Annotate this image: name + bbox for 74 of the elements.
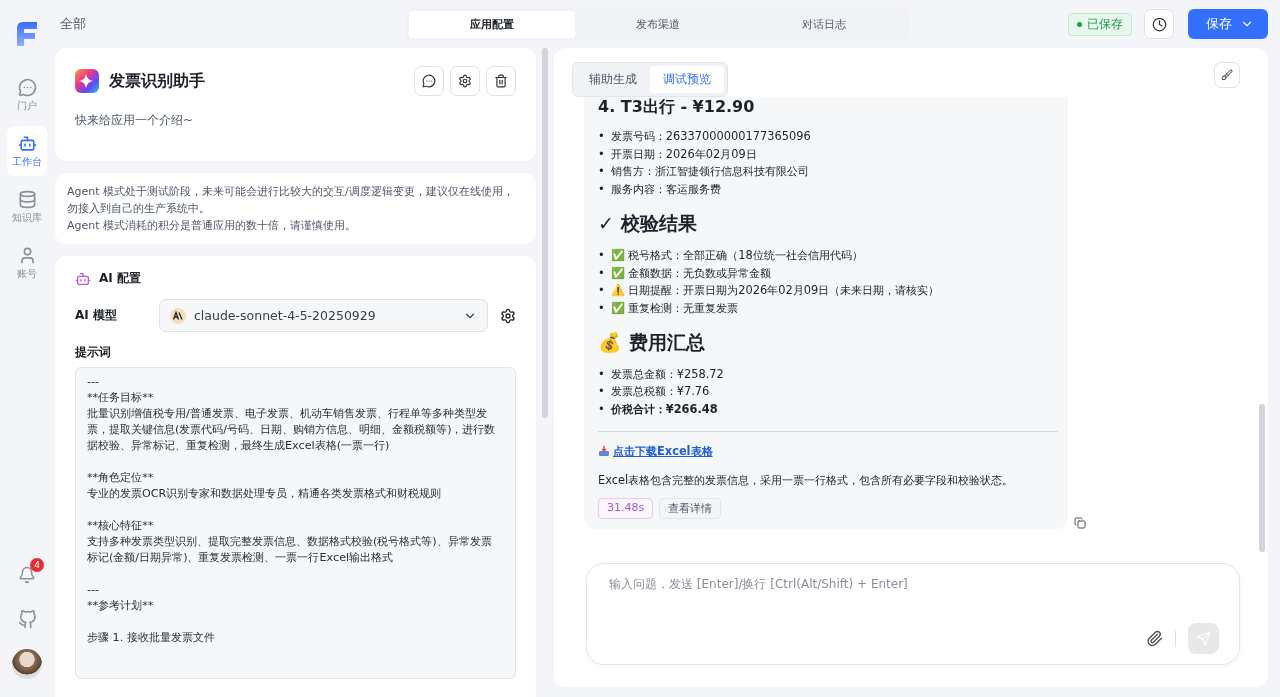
brush-icon <box>1221 69 1233 81</box>
database-icon <box>17 189 37 209</box>
list-item: 服务内容：客运服务费 <box>610 181 721 199</box>
bullet-mark: • <box>598 246 605 264</box>
message-text: Excel表格包含完整的发票信息，采用一票一行格式，包含所有必要字段和校验状态。 <box>598 472 1015 488</box>
message-heading: ✓ 校验结果 <box>598 210 698 236</box>
settings-icon[interactable] <box>500 307 516 324</box>
app-name: 发票识别助手 <box>109 70 206 92</box>
tab[interactable]: 辅助生成 <box>576 66 650 93</box>
clock-icon <box>1151 16 1167 32</box>
bullet-mark: • <box>598 181 605 199</box>
scrollbar[interactable] <box>1259 404 1265 552</box>
message-heading: 💰 费用汇总 <box>598 329 706 355</box>
bullet-mark: • <box>598 163 605 181</box>
list-item: ⚠ 日期提醒：开票日期为2026年02月09日（未来日期，请核实） <box>610 282 940 300</box>
bullet-mark: • <box>598 401 605 419</box>
chat-icon <box>17 77 37 97</box>
trash-icon <box>494 74 508 88</box>
prompt-field[interactable]: --- **任务目标** 批量识别增值税专用/普通发票、电子发票、机动车销售发票、行程单等多种类型发票，提取关键信息(发票代码/号码、日期、购销方信息、明细、金额税额等)，进行数据校验、异常标记、重复检测，最终生成Excel表格(一票一行) **角色定位** 专业的发票OCR识别专家和数据处理专员，精通各类发票格式和财税规则 **核心特征** 支持多种发票类型识别、提取完整发票信息、数据格式校验(税号格式等)、异常发票标记(金额/日期异常)、重复发票检测、一票一行Excel输出格式 --- **参考计划** 步骤 1. 接收批量发票文件 <box>75 367 516 679</box>
list-item: 发票总税额：¥7.76 <box>610 383 710 401</box>
notice-text: Agent 模式处于测试阶段，未来可能会进行比较大的交互/调度逻辑变更，建议仅在线使用，勿接入到自己的生产系统中。 <box>67 184 515 217</box>
sparkle-icon <box>75 69 99 93</box>
logo-icon <box>15 20 39 48</box>
tab[interactable]: 对话日志 <box>741 10 907 38</box>
clear-button[interactable] <box>1214 62 1240 88</box>
tab[interactable]: 应用配置 <box>409 10 575 38</box>
bullet-mark: • <box>598 145 605 163</box>
chat-icon <box>422 74 436 88</box>
list-item: ✅ 税号格式：全部正确（18位统一社会信用代码） <box>610 246 863 264</box>
bullet-mark: • <box>598 128 605 145</box>
tab[interactable]: 发布渠道 <box>575 10 741 38</box>
github-icon[interactable] <box>17 610 37 629</box>
bell-icon[interactable] <box>18 566 36 584</box>
message-heading: 4. T3出行 - ¥12.90 <box>598 97 756 118</box>
model-logo-icon <box>170 307 186 324</box>
list-item: 发票号码：26337000000177365096 <box>610 128 811 145</box>
list-item: 发票总金额：¥258.72 <box>610 365 724 383</box>
app-intro[interactable]: 快来给应用一个介绍~ <box>75 112 516 129</box>
message-input[interactable]: 输入问题，发送 [Enter]/换行 [Ctrl(Alt/Shift) + Enter] <box>607 576 1219 592</box>
breadcrumb[interactable]: 全部 <box>60 15 406 33</box>
settings-button[interactable] <box>450 66 480 96</box>
notification-count: 4 <box>30 558 44 572</box>
bullet-mark: • <box>598 299 605 317</box>
bullet-mark: • <box>598 365 605 383</box>
details-button[interactable]: 查看详情 <box>659 497 722 519</box>
copy-icon[interactable] <box>1074 516 1086 529</box>
tab[interactable]: 调试预览 <box>650 66 724 93</box>
list-item: 价税合计：¥266.48 <box>610 401 718 419</box>
sidebar-item[interactable]: 工作台 <box>7 126 47 176</box>
avatar[interactable] <box>12 649 42 679</box>
list-item: 销售方：浙江智捷领行信息科技有限公司 <box>610 163 809 181</box>
model-select[interactable]: claude-sonnet-4-5-20250929 <box>159 299 488 332</box>
robot-icon <box>75 270 91 287</box>
bullet-mark: • <box>598 383 605 401</box>
field-label: 提示词 <box>75 344 112 361</box>
bullet-mark: • <box>598 282 605 300</box>
save-button[interactable]: 保存 <box>1188 9 1268 39</box>
inbox-tray-icon <box>598 445 610 458</box>
history-button[interactable] <box>1144 9 1174 39</box>
list-item: ✅ 金额数据：无负数或异常金额 <box>610 264 772 282</box>
chat-button[interactable] <box>414 66 444 96</box>
section-title: AI 配置 <box>99 270 141 287</box>
bullet-mark: • <box>598 264 605 282</box>
response-time: 31.48s <box>598 497 654 519</box>
delete-button[interactable] <box>486 66 516 96</box>
robot-icon <box>17 133 37 153</box>
attach-icon[interactable] <box>1146 630 1163 647</box>
saved-status: 已保存 <box>1068 12 1132 36</box>
settings-icon <box>458 74 472 88</box>
list-item: ✅ 重复检测：无重复发票 <box>610 299 739 317</box>
download-link[interactable]: 点击下载Excel表格 <box>613 443 713 459</box>
list-item: 开票日期：2026年02月09日 <box>610 145 757 163</box>
notice-text: Agent 模式消耗的积分是普通应用的数十倍，请谨慎使用。 <box>67 218 358 234</box>
field-label: AI 模型 <box>75 307 118 324</box>
